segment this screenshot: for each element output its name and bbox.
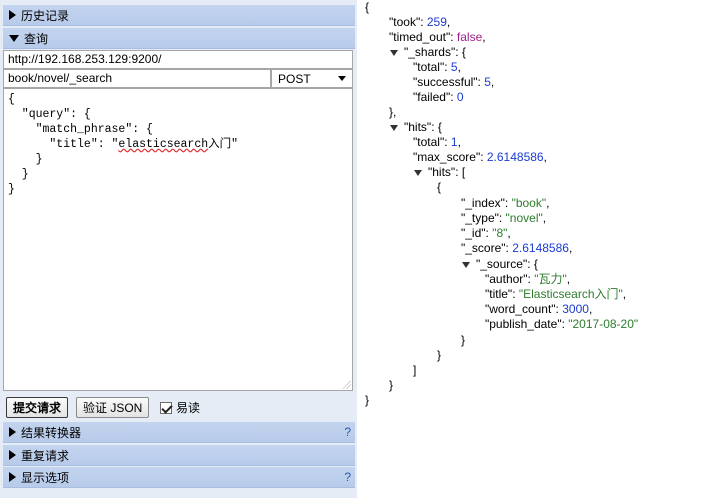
help-icon[interactable]: ? <box>344 470 351 484</box>
method-value: POST <box>278 71 311 86</box>
collapse-arrow-icon <box>9 34 19 42</box>
resize-grip-icon[interactable] <box>342 380 351 389</box>
collapse-toggle-icon[interactable] <box>390 49 398 56</box>
json-word-count: "word_count": 3000, <box>485 302 593 316</box>
spellcheck-word: elasticsearch <box>118 138 209 151</box>
expand-arrow-icon <box>9 10 16 20</box>
history-label: 历史记录 <box>21 8 70 23</box>
json-took: "took": 259, <box>389 15 451 29</box>
http-method-select[interactable]: POST <box>271 69 353 88</box>
body-line: } <box>8 183 15 196</box>
json-shards-total: "total": 5, <box>413 60 461 74</box>
expand-arrow-icon <box>9 472 16 482</box>
json-brace: } <box>461 333 466 347</box>
display-options-label: 显示选项 <box>21 470 70 485</box>
json-shards-successful: "successful": 5, <box>413 75 495 89</box>
json-type: "_type": "novel", <box>461 211 547 225</box>
body-line: { <box>8 93 15 106</box>
request-path-input[interactable]: book/novel/_search <box>3 69 271 88</box>
pretty-print-toggle[interactable]: 易读 <box>160 399 200 416</box>
collapse-toggle-icon[interactable] <box>390 124 398 131</box>
validate-json-button[interactable]: 验证 JSON <box>76 397 150 418</box>
json-brace: { <box>437 180 442 194</box>
collapse-toggle-icon[interactable] <box>462 261 470 268</box>
json-brace: } <box>389 378 394 392</box>
json-brace: } <box>437 348 442 362</box>
repeat-request-label: 重复请求 <box>21 448 70 463</box>
display-options-header[interactable]: 显示选项 ? <box>3 467 355 488</box>
json-hits-array: "hits": [ <box>414 165 465 180</box>
query-section-header[interactable]: 查询 <box>3 28 355 49</box>
json-timed-out: "timed_out": false, <box>389 30 486 44</box>
json-publish-date: "publish_date": "2017-08-20" <box>485 317 639 331</box>
server-url-input[interactable]: http://192.168.253.129:9200/ <box>3 50 353 69</box>
body-line: } <box>8 168 29 181</box>
json-index: "_index": "book", <box>461 196 550 210</box>
json-brace: }, <box>389 105 397 119</box>
json-shards: "_shards": { <box>390 45 466 60</box>
body-line: "query": { <box>8 108 91 121</box>
json-shards-failed: "failed": 0 <box>413 90 464 104</box>
expand-arrow-icon <box>9 450 16 460</box>
json-score: "_score": 2.6148586, <box>461 241 573 255</box>
query-label: 查询 <box>24 31 49 46</box>
expand-arrow-icon <box>9 427 16 437</box>
json-brace: } <box>365 393 370 407</box>
request-body-editor[interactable]: { "query": { "match_phrase": { "title": … <box>3 88 353 391</box>
collapse-toggle-icon[interactable] <box>414 169 422 176</box>
dropdown-arrow-icon <box>338 76 346 81</box>
json-id: "_id": "8", <box>461 226 511 240</box>
json-brace: { <box>365 0 370 14</box>
response-viewer: { "took": 259, "timed_out": false, "_sha… <box>360 0 725 498</box>
query-panel: 历史记录 查询 http://192.168.253.129:9200/ boo… <box>0 0 357 498</box>
pretty-checkbox[interactable] <box>160 401 172 414</box>
repeat-request-header[interactable]: 重复请求 <box>3 445 355 466</box>
body-line: "match_phrase": { <box>8 123 153 136</box>
body-line: 入门" <box>208 138 239 151</box>
pretty-label: 易读 <box>176 401 201 415</box>
json-author: "author": "瓦力", <box>485 272 571 286</box>
json-bracket: ] <box>413 363 417 377</box>
help-icon[interactable]: ? <box>344 425 351 439</box>
json-hits-total: "total": 1, <box>413 135 461 149</box>
json-title: "title": "Elasticsearch入门", <box>485 287 627 301</box>
json-hits: "hits": { <box>390 120 442 135</box>
result-transformer-label: 结果转换器 <box>21 425 82 440</box>
submit-request-button[interactable]: 提交请求 <box>6 397 69 418</box>
body-line: } <box>8 153 43 166</box>
json-source: "_source": { <box>462 257 538 272</box>
body-line: "title": " <box>8 138 119 151</box>
result-transformer-header[interactable]: 结果转换器 ? <box>3 422 355 443</box>
history-section-header[interactable]: 历史记录 <box>3 5 355 26</box>
json-max-score: "max_score": 2.6148586, <box>413 150 547 164</box>
